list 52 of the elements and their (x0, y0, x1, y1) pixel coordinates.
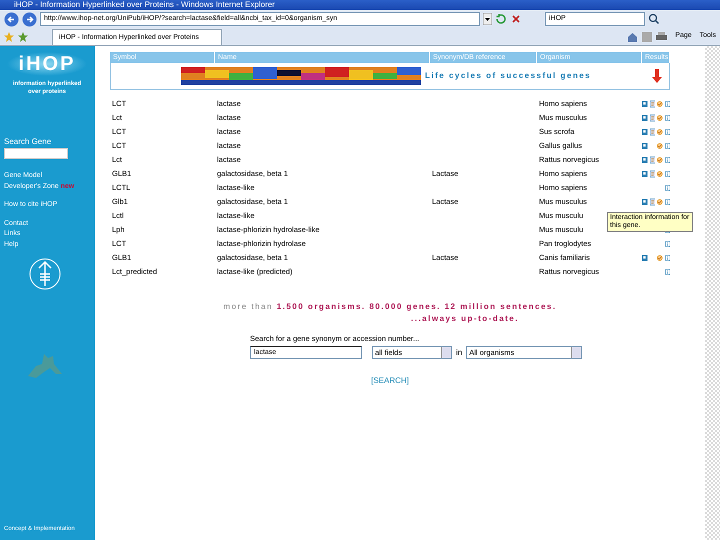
forward-icon[interactable] (22, 12, 37, 26)
stats-text: 1.500 organisms. 80.000 genes. 12 million sentences. (276, 302, 557, 311)
document-icon[interactable] (650, 169, 655, 179)
search-icon[interactable] (648, 13, 660, 25)
printer-icon[interactable] (656, 32, 668, 42)
document-icon[interactable] (650, 155, 655, 165)
dropdown-icon[interactable] (483, 13, 492, 25)
favorites-star-icon[interactable] (4, 32, 14, 42)
info-icon[interactable] (664, 239, 670, 249)
info-icon[interactable] (664, 141, 670, 151)
info-icon[interactable] (664, 155, 670, 165)
info-icon[interactable] (664, 197, 670, 207)
check-icon[interactable] (657, 113, 662, 123)
joiner-text: in (456, 346, 462, 359)
check-icon[interactable] (657, 169, 662, 179)
check-icon[interactable] (657, 127, 662, 137)
stop-icon[interactable] (510, 13, 522, 25)
banner-title: Life cycles of successful genes (425, 70, 592, 82)
info-icon[interactable] (664, 183, 670, 193)
stats-text: more than (223, 302, 273, 311)
home-icon[interactable] (627, 32, 638, 42)
info-icon[interactable] (664, 99, 670, 109)
info-icon[interactable] (664, 113, 670, 123)
check-icon[interactable] (657, 155, 662, 165)
document-icon[interactable] (650, 197, 655, 207)
search-link[interactable]: [SEARCH] (371, 376, 409, 386)
info-icon[interactable] (664, 267, 670, 277)
check-icon[interactable] (657, 141, 662, 151)
data-link-icon[interactable] (642, 253, 648, 263)
info-icon[interactable] (664, 253, 670, 263)
info-icon[interactable] (664, 127, 670, 137)
info-icon[interactable] (664, 169, 670, 179)
data-link-icon[interactable] (642, 197, 648, 207)
check-icon[interactable] (657, 197, 662, 207)
sidebar-label: Search Gene (4, 136, 52, 148)
document-icon[interactable] (650, 99, 655, 109)
data-link-icon[interactable] (642, 169, 648, 179)
stats-text: ...always up-to-date. (411, 314, 519, 323)
gene-search-field[interactable] (4, 148, 68, 159)
window-title: iHOP - Information Hyperlinked over Proteins - Windows Internet Explorer (0, 0, 720, 10)
data-link-icon[interactable] (642, 155, 648, 165)
data-link-icon[interactable] (642, 113, 648, 123)
data-link-icon[interactable] (642, 141, 648, 151)
document-icon[interactable] (650, 127, 655, 137)
check-icon[interactable] (657, 99, 662, 109)
back-icon[interactable] (4, 12, 19, 26)
data-link-icon[interactable] (642, 99, 648, 109)
check-icon[interactable] (657, 253, 662, 263)
down-arrow-icon (652, 69, 662, 83)
add-favorites-icon[interactable] (18, 32, 28, 42)
document-icon[interactable] (650, 113, 655, 123)
data-link-icon[interactable] (642, 127, 648, 137)
